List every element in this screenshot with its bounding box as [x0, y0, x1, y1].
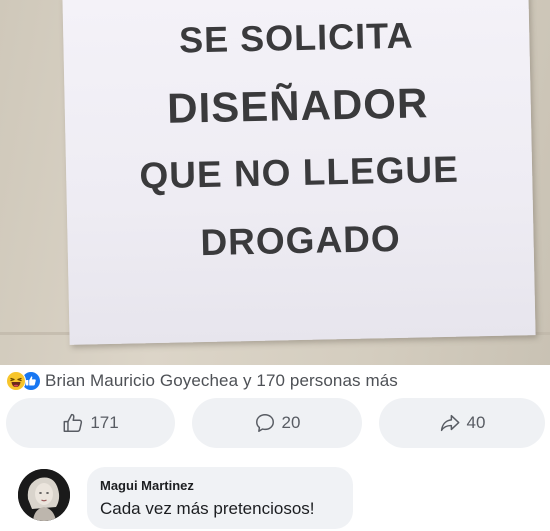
commenter-name[interactable]: Magui Martinez [100, 478, 353, 494]
reactions-summary-text[interactable]: Brian Mauricio Goyechea y 170 personas m… [45, 371, 398, 391]
comment-bubble: Magui Martinez Cada vez más pretenciosos… [87, 467, 353, 529]
share-arrow-icon [439, 412, 461, 434]
reactions-summary[interactable]: Brian Mauricio Goyechea y 170 personas m… [0, 365, 550, 397]
facebook-post: SE SOLICITA DISEÑADOR QUE NO LLEGUE DROG… [0, 0, 550, 531]
share-button[interactable]: 40 [379, 398, 545, 448]
commenter-avatar[interactable] [18, 469, 70, 521]
reaction-icons [6, 371, 41, 391]
haha-reaction-icon [6, 371, 26, 391]
post-photo[interactable]: SE SOLICITA DISEÑADOR QUE NO LLEGUE DROG… [0, 0, 550, 365]
comment-count: 20 [281, 413, 301, 432]
like-button[interactable]: 171 [6, 398, 175, 448]
sign-line-2: DISEÑADOR [166, 79, 429, 132]
sign-line-3: QUE NO LLEGUE [139, 148, 460, 197]
comment-item: Magui Martinez Cada vez más pretenciosos… [0, 458, 550, 531]
sign-line-1: SE SOLICITA [178, 14, 414, 61]
share-count: 40 [466, 413, 486, 432]
comment-text: Cada vez más pretenciosos! [100, 499, 315, 518]
comment-bubble-icon [254, 412, 276, 434]
comment-button[interactable]: 20 [192, 398, 362, 448]
printed-sign: SE SOLICITA DISEÑADOR QUE NO LLEGUE DROG… [62, 0, 536, 345]
like-count: 171 [90, 413, 119, 432]
sign-line-4: DROGADO [200, 217, 402, 264]
thumbs-up-icon [62, 412, 84, 434]
